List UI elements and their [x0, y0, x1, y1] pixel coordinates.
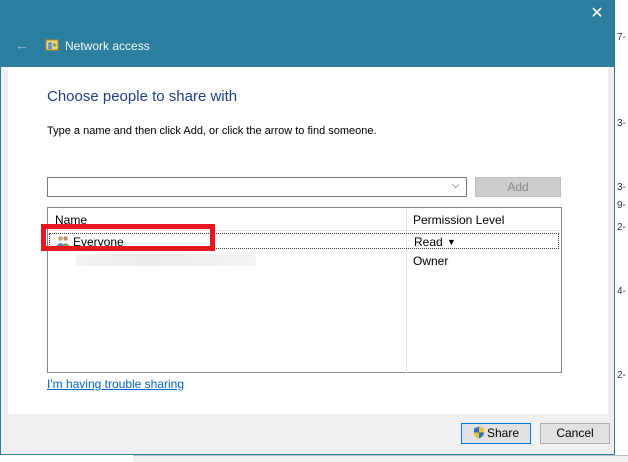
window-title: Network access	[65, 39, 150, 53]
chevron-down-icon[interactable]: ⌵	[452, 180, 462, 192]
close-icon[interactable]: ✕	[590, 6, 604, 22]
background-window-strip: 7- 3- 3- 9- 2- 4- 2-	[615, 0, 628, 461]
row-permission: Owner	[413, 254, 449, 268]
permission-dropdown[interactable]: Read	[414, 235, 443, 249]
trouble-sharing-link[interactable]: I'm having trouble sharing	[47, 377, 184, 391]
column-header-permission[interactable]: Permission Level	[413, 213, 504, 227]
uac-shield-icon	[473, 426, 484, 439]
add-button[interactable]: Add	[475, 177, 561, 197]
network-share-icon	[45, 39, 59, 51]
title-bar: ✕ ← Network access	[1, 1, 614, 67]
share-label: Share	[486, 426, 520, 440]
name-combobox[interactable]: ⌵	[47, 177, 467, 197]
share-button[interactable]: Share	[461, 423, 531, 444]
dropdown-arrow-icon[interactable]: ▼	[447, 237, 456, 247]
blurred-owner-name	[76, 254, 256, 266]
instruction-text: Type a name and then click Add, or click…	[47, 125, 377, 137]
back-arrow-icon[interactable]: ←	[15, 38, 29, 52]
annotation-highlight-box	[41, 224, 215, 251]
cancel-button[interactable]: Cancel	[540, 423, 610, 444]
page-heading: Choose people to share with	[47, 88, 238, 105]
